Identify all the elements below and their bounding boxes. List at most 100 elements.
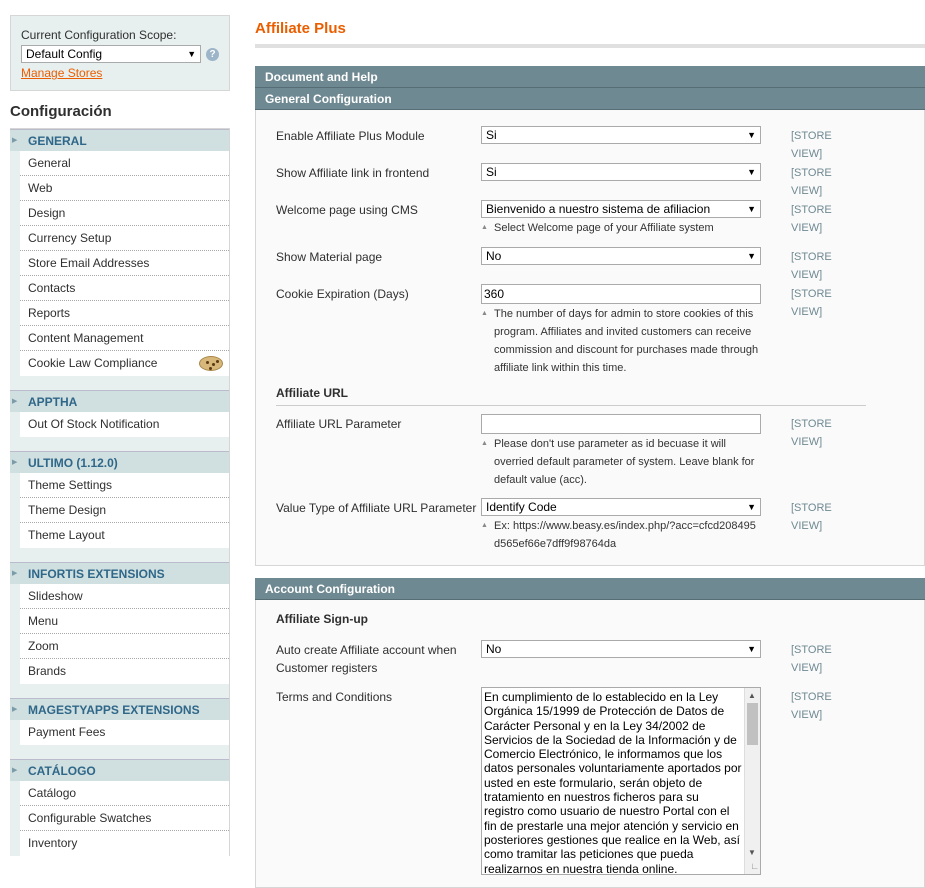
nav-group-infortis: INFORTIS EXTENSIONS Slideshow Menu Zoom … bbox=[10, 562, 229, 684]
nav-item-theme-settings[interactable]: Theme Settings bbox=[20, 473, 229, 498]
welcome-page-label: Welcome page using CMS bbox=[276, 203, 418, 217]
dropdown-arrow-icon: ▼ bbox=[747, 130, 756, 140]
row-show-link: Show Affiliate link in frontend Si ▼ [ST… bbox=[276, 163, 924, 200]
nav-header-ultimo[interactable]: ULTIMO (1.12.0) bbox=[10, 451, 229, 474]
terms-label: Terms and Conditions bbox=[276, 690, 393, 704]
nav-item-configurable-swatches[interactable]: Configurable Swatches bbox=[20, 806, 229, 831]
url-parameter-input[interactable] bbox=[481, 414, 761, 434]
account-configuration-fieldset: Affiliate Sign-up Auto create Affiliate … bbox=[255, 600, 925, 888]
nav-item-general[interactable]: General bbox=[20, 151, 229, 176]
help-icon[interactable]: ? bbox=[206, 47, 219, 61]
dropdown-arrow-icon: ▼ bbox=[747, 167, 756, 177]
nav-item-contacts[interactable]: Contacts bbox=[20, 276, 229, 301]
nav-header-infortis[interactable]: INFORTIS EXTENSIONS bbox=[10, 562, 229, 585]
cookie-expiration-note: The number of days for admin to store co… bbox=[481, 305, 761, 377]
nav-spacer bbox=[10, 684, 229, 698]
nav-item-currency-setup[interactable]: Currency Setup bbox=[20, 226, 229, 251]
nav-item-content-management[interactable]: Content Management bbox=[20, 326, 229, 351]
nav-header-magestyapps[interactable]: MAGESTYAPPS EXTENSIONS bbox=[10, 698, 229, 721]
nav-item-store-email-addresses[interactable]: Store Email Addresses bbox=[20, 251, 229, 276]
dropdown-arrow-icon: ▼ bbox=[747, 251, 756, 261]
nav-group-catalogo: CATÁLOGO Catálogo Configurable Swatches … bbox=[10, 759, 229, 856]
nav-item-theme-layout[interactable]: Theme Layout bbox=[20, 523, 229, 548]
nav-item-catalogo[interactable]: Catálogo bbox=[20, 781, 229, 806]
main-content: Affiliate Plus Document and Help General… bbox=[255, 14, 925, 888]
scroll-up-icon[interactable]: ▲ bbox=[748, 689, 756, 703]
nav-item-design[interactable]: Design bbox=[20, 201, 229, 226]
enable-module-value: Si bbox=[486, 128, 497, 142]
store-view-scope: [STORE VIEW] bbox=[791, 130, 832, 160]
value-type-note: Ex: https://www.beasy.es/index.php/?acc=… bbox=[481, 517, 761, 553]
terms-scrollbar[interactable]: ▲ ▼ bbox=[744, 688, 760, 874]
row-enable-module: Enable Affiliate Plus Module Si ▼ [STORE… bbox=[276, 126, 924, 163]
material-page-select[interactable]: No ▼ bbox=[481, 247, 761, 265]
nav-group-ultimo: ULTIMO (1.12.0) Theme Settings Theme Des… bbox=[10, 451, 229, 548]
nav-item-cookie-law-compliance[interactable]: Cookie Law Compliance bbox=[20, 351, 229, 376]
config-nav: GENERAL General Web Design Currency Setu… bbox=[10, 129, 230, 856]
dropdown-arrow-icon: ▼ bbox=[747, 502, 756, 512]
row-material-page: Show Material page No ▼ [STORE VIEW] bbox=[276, 247, 924, 284]
url-parameter-label: Affiliate URL Parameter bbox=[276, 417, 402, 431]
nav-item-menu[interactable]: Menu bbox=[20, 609, 229, 634]
nav-header-catalogo[interactable]: CATÁLOGO bbox=[10, 759, 229, 782]
dropdown-arrow-icon: ▼ bbox=[747, 644, 756, 654]
row-auto-create: Auto create Affiliate account when Custo… bbox=[276, 640, 924, 687]
nav-group-apptha: APPTHA Out Of Stock Notification bbox=[10, 390, 229, 437]
store-view-scope: [STORE VIEW] bbox=[791, 167, 832, 197]
cookie-expiration-label: Cookie Expiration (Days) bbox=[276, 287, 409, 301]
enable-module-label: Enable Affiliate Plus Module bbox=[276, 129, 425, 143]
url-parameter-note: Please don't use parameter as id becuase… bbox=[481, 435, 761, 489]
nav-item-out-of-stock-notification[interactable]: Out Of Stock Notification bbox=[20, 412, 229, 437]
store-view-scope: [STORE VIEW] bbox=[791, 288, 832, 318]
nav-item-slideshow[interactable]: Slideshow bbox=[20, 584, 229, 609]
show-link-select[interactable]: Si ▼ bbox=[481, 163, 761, 181]
auto-create-value: No bbox=[486, 642, 502, 656]
resize-grip-icon[interactable]: ∟ bbox=[750, 859, 759, 873]
config-title: Configuración bbox=[10, 91, 230, 129]
affiliate-url-subhead: Affiliate URL bbox=[276, 384, 866, 406]
nav-item-web[interactable]: Web bbox=[20, 176, 229, 201]
section-general-configuration[interactable]: General Configuration bbox=[255, 88, 925, 110]
welcome-page-note: Select Welcome page of your Affiliate sy… bbox=[481, 219, 761, 237]
section-document-and-help[interactable]: Document and Help bbox=[255, 66, 925, 88]
affiliate-signup-subhead: Affiliate Sign-up bbox=[276, 612, 368, 626]
welcome-page-value: Bienvenido a nuestro sistema de afiliaci… bbox=[486, 202, 711, 216]
store-view-scope: [STORE VIEW] bbox=[791, 251, 832, 281]
material-page-label: Show Material page bbox=[276, 250, 383, 264]
nav-item-inventory[interactable]: Inventory bbox=[20, 831, 229, 856]
auto-create-label: Auto create Affiliate account when Custo… bbox=[276, 643, 457, 675]
show-link-label: Show Affiliate link in frontend bbox=[276, 166, 430, 180]
nav-item-reports[interactable]: Reports bbox=[20, 301, 229, 326]
scope-switcher: Current Configuration Scope: Default Con… bbox=[10, 15, 230, 91]
dropdown-arrow-icon: ▼ bbox=[747, 204, 756, 214]
nav-item-label: Cookie Law Compliance bbox=[28, 356, 158, 370]
welcome-page-select[interactable]: Bienvenido a nuestro sistema de afiliaci… bbox=[481, 200, 761, 218]
nav-item-theme-design[interactable]: Theme Design bbox=[20, 498, 229, 523]
section-account-configuration[interactable]: Account Configuration bbox=[255, 578, 925, 600]
terms-textarea[interactable]: En cumplimiento de lo establecido en la … bbox=[481, 687, 761, 875]
cookie-expiration-input[interactable]: 360 bbox=[481, 284, 761, 304]
row-terms: Terms and Conditions En cumplimiento de … bbox=[276, 687, 924, 875]
cookie-icon bbox=[199, 356, 223, 371]
show-link-value: Si bbox=[486, 165, 497, 179]
scope-select[interactable]: Default Config ▼ bbox=[21, 45, 202, 63]
nav-header-apptha[interactable]: APPTHA bbox=[10, 390, 229, 413]
row-welcome-page: Welcome page using CMS Bienvenido a nues… bbox=[276, 200, 924, 247]
page-title: Affiliate Plus bbox=[255, 20, 346, 37]
value-type-label: Value Type of Affiliate URL Parameter bbox=[276, 501, 477, 515]
nav-item-payment-fees[interactable]: Payment Fees bbox=[20, 720, 229, 745]
nav-header-general[interactable]: GENERAL bbox=[10, 129, 229, 152]
enable-module-select[interactable]: Si ▼ bbox=[481, 126, 761, 144]
scroll-thumb[interactable] bbox=[747, 703, 758, 745]
store-view-scope: [STORE VIEW] bbox=[791, 644, 832, 674]
title-divider bbox=[255, 44, 925, 48]
manage-stores-link[interactable]: Manage Stores bbox=[21, 66, 219, 80]
row-url-parameter: Affiliate URL Parameter Please don't use… bbox=[276, 414, 924, 498]
value-type-select[interactable]: Identify Code ▼ bbox=[481, 498, 761, 516]
auto-create-select[interactable]: No ▼ bbox=[481, 640, 761, 658]
nav-group-general: GENERAL General Web Design Currency Setu… bbox=[10, 129, 229, 376]
nav-item-zoom[interactable]: Zoom bbox=[20, 634, 229, 659]
nav-spacer bbox=[10, 745, 229, 759]
nav-item-brands[interactable]: Brands bbox=[20, 659, 229, 684]
